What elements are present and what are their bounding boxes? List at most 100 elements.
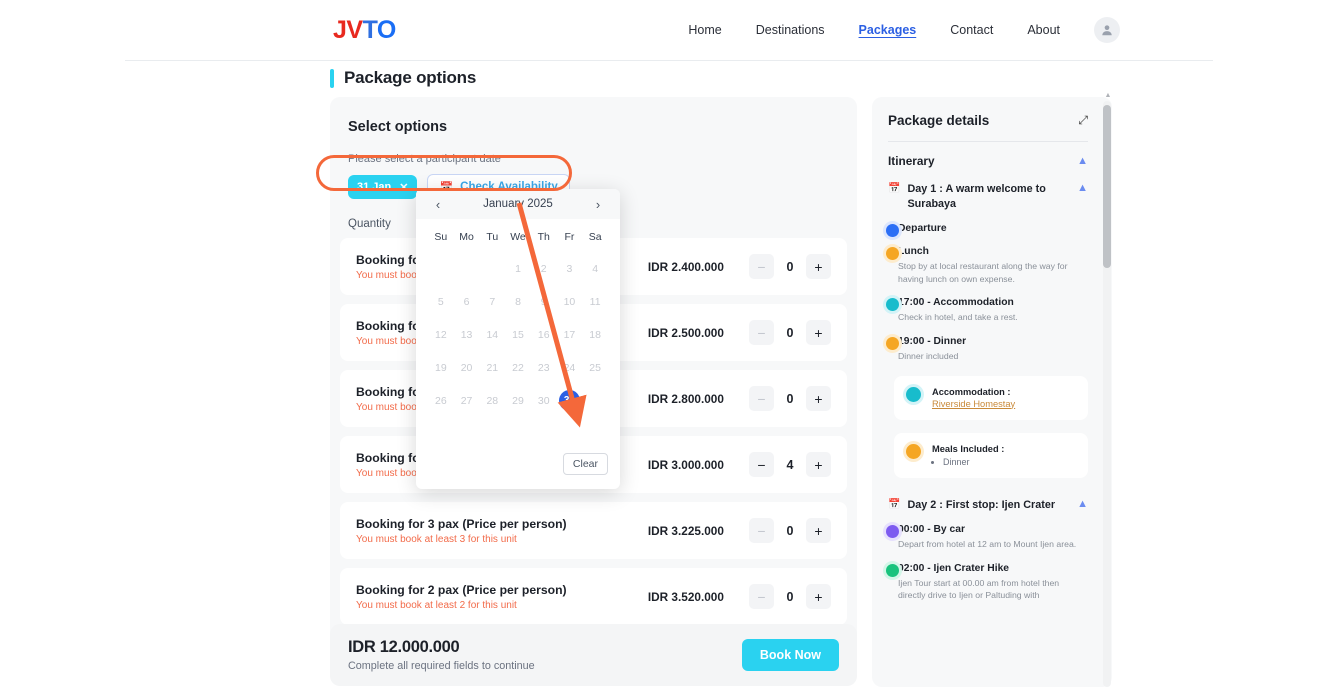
- user-avatar-button[interactable]: [1094, 17, 1120, 43]
- day-header[interactable]: 📅 Day 2 : First stop: Ijen Crater ▲: [872, 478, 1104, 513]
- calendar-day[interactable]: 26: [428, 384, 454, 417]
- scroll-up-arrow-icon[interactable]: ▲: [1104, 92, 1112, 99]
- calendar-day[interactable]: 9: [531, 285, 557, 318]
- calendar-day[interactable]: 2: [531, 252, 557, 285]
- title-accent-bar: [330, 68, 334, 88]
- accommodation-link[interactable]: Riverside Homestay: [932, 399, 1015, 409]
- calendar-day[interactable]: 18: [582, 318, 608, 351]
- calendar-day[interactable]: 7: [479, 285, 505, 318]
- calendar-day[interactable]: 30: [531, 384, 557, 417]
- increment-button[interactable]: +: [806, 518, 831, 543]
- increment-button[interactable]: +: [806, 584, 831, 609]
- expand-icon[interactable]: ⤢: [1078, 113, 1088, 128]
- calendar-day[interactable]: 11: [582, 285, 608, 318]
- nav-item-destinations[interactable]: Destinations: [756, 23, 825, 37]
- event-description: Stop by at local restaurant along the wa…: [898, 261, 1068, 284]
- total-text-group: IDR 12.000.000 Complete all required fie…: [348, 638, 535, 672]
- calendar-day[interactable]: 1: [505, 252, 531, 285]
- select-options-heading: Select options: [348, 119, 448, 135]
- calendar-day[interactable]: 5: [428, 285, 454, 318]
- nav-item-packages[interactable]: Packages: [859, 23, 917, 37]
- calendar-day[interactable]: [582, 384, 608, 417]
- decrement-button[interactable]: −: [749, 584, 774, 609]
- remove-date-icon[interactable]: ✕: [399, 181, 408, 194]
- option-name: Booking for 3 pax (Price per person): [356, 516, 567, 531]
- event-title: 02:00 - Ijen Crater Hike: [898, 562, 1010, 574]
- decrement-button[interactable]: −: [749, 254, 774, 279]
- brand-logo[interactable]: JVTO: [333, 16, 396, 45]
- decrement-button[interactable]: −: [749, 386, 774, 411]
- chevron-up-icon[interactable]: ▲: [1077, 182, 1088, 194]
- logo-part-jv: JV: [333, 15, 363, 44]
- calendar-day[interactable]: 8: [505, 285, 531, 318]
- calendar-day[interactable]: 6: [454, 285, 480, 318]
- calendar-day[interactable]: 4: [582, 252, 608, 285]
- calendar-day[interactable]: 24: [557, 351, 583, 384]
- calendar-day[interactable]: 25: [582, 351, 608, 384]
- nav-item-home[interactable]: Home: [688, 23, 721, 37]
- package-details-scrollbar-thumb[interactable]: [1103, 105, 1111, 268]
- calendar-day[interactable]: 10: [557, 285, 583, 318]
- calendar-day[interactable]: 19: [428, 351, 454, 384]
- calendar-day[interactable]: [428, 252, 454, 285]
- quantity-stepper: − 0 +: [749, 254, 831, 279]
- calendar-day[interactable]: 29: [505, 384, 531, 417]
- meals-list: Dinner: [943, 457, 1004, 467]
- package-details-header: Package details ⤢: [872, 97, 1104, 128]
- increment-button[interactable]: +: [806, 254, 831, 279]
- weekday-tu: Tu: [486, 231, 499, 243]
- calendar-day[interactable]: 13: [454, 318, 480, 351]
- calendar-clear-button[interactable]: Clear: [562, 453, 608, 475]
- increment-button[interactable]: +: [806, 320, 831, 345]
- nav-item-contact[interactable]: Contact: [950, 23, 993, 37]
- calendar-day[interactable]: 27: [454, 384, 480, 417]
- calendar-week-row: 12 13 14 15 16 17 18: [428, 318, 608, 351]
- calendar-icon: 📅: [888, 498, 901, 510]
- calendar-header: ‹ January 2025 ›: [416, 189, 620, 219]
- book-now-button[interactable]: Book Now: [741, 639, 839, 671]
- selected-date-chip[interactable]: 31 Jan ✕: [348, 175, 418, 199]
- event-title: Departure: [898, 223, 947, 235]
- calendar-day-selected[interactable]: 31: [557, 384, 583, 417]
- increment-button[interactable]: +: [806, 452, 831, 477]
- option-name: Booking for 2 pax (Price per person): [356, 582, 567, 597]
- calendar-day[interactable]: 14: [479, 318, 505, 351]
- chevron-up-icon[interactable]: ▲: [1077, 498, 1088, 510]
- calendar-day[interactable]: 16: [531, 318, 557, 351]
- decrement-button[interactable]: −: [749, 452, 774, 477]
- calendar-day[interactable]: 17: [557, 318, 583, 351]
- calendar-day[interactable]: 21: [479, 351, 505, 384]
- calendar-day[interactable]: 22: [505, 351, 531, 384]
- calendar-day[interactable]: 3: [557, 252, 583, 285]
- package-details-scrollbar-track[interactable]: [1103, 101, 1111, 687]
- weekday-sa: Sa: [588, 231, 602, 243]
- nav-item-about[interactable]: About: [1027, 23, 1060, 37]
- page-title-row: Package options: [330, 68, 476, 88]
- calendar-day[interactable]: [454, 252, 480, 285]
- accommodation-info-card: Accommodation : Riverside Homestay: [894, 375, 1088, 420]
- itinerary-section-header[interactable]: Itinerary ▲: [872, 142, 1104, 168]
- app-root: JVTO Home Destinations Packages Contact …: [0, 0, 1338, 694]
- day-header[interactable]: 📅 Day 1 : A warm welcome to Surabaya ▲: [872, 168, 1104, 211]
- calendar-day[interactable]: 23: [531, 351, 557, 384]
- calendar-day[interactable]: 15: [505, 318, 531, 351]
- option-warning: You must book at least 3 for this unit: [356, 533, 517, 545]
- itinerary-label: Itinerary: [888, 154, 935, 168]
- calendar-day[interactable]: 20: [454, 351, 480, 384]
- calendar-prev-month-button[interactable]: ‹: [430, 197, 446, 212]
- event-description: Depart from hotel at 12 am to Mount Ijen…: [898, 539, 1077, 550]
- decrement-button[interactable]: −: [749, 320, 774, 345]
- hotel-icon: [906, 386, 921, 402]
- total-summary-bar: IDR 12.000.000 Complete all required fie…: [330, 624, 857, 686]
- chevron-up-icon[interactable]: ▲: [1077, 155, 1088, 167]
- calendar-day[interactable]: 12: [428, 318, 454, 351]
- weekday-we: We: [510, 231, 526, 243]
- option-price: IDR 2.500.000: [647, 325, 724, 340]
- total-note: Complete all required fields to continue: [348, 660, 535, 672]
- calendar-next-month-button[interactable]: ›: [590, 197, 606, 212]
- event-description: Ijen Tour start at 00.00 am from hotel t…: [898, 577, 1060, 601]
- calendar-day[interactable]: [479, 252, 505, 285]
- calendar-day[interactable]: 28: [479, 384, 505, 417]
- decrement-button[interactable]: −: [749, 518, 774, 543]
- increment-button[interactable]: +: [806, 386, 831, 411]
